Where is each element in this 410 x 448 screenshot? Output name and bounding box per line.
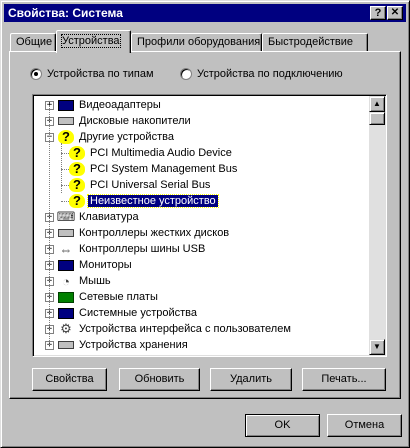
scroll-thumb[interactable]: [369, 112, 385, 125]
tab-hardware-profiles[interactable]: Профили оборудования: [131, 33, 262, 52]
tree-item-label: Видеоадаптеры: [79, 99, 161, 111]
ok-button[interactable]: OK: [245, 414, 320, 437]
tree-item[interactable]: + ⌨ Клавиатура: [45, 209, 141, 225]
radio-by-connection-label: Устройства по подключению: [197, 68, 343, 80]
tab-devices[interactable]: Устройства: [56, 30, 131, 53]
tree-item[interactable]: ? PCI Universal Serial Bus: [69, 177, 212, 193]
radio-by-type[interactable]: Устройства по типам: [30, 68, 154, 80]
refresh-button[interactable]: Обновить: [119, 368, 200, 391]
tree-item-label: Другие устройства: [79, 131, 174, 143]
tree-item-label: Устройства интерфейса с пользователем: [79, 323, 291, 335]
tree-item[interactable]: ? PCI Multimedia Audio Device: [69, 145, 234, 161]
mouse-icon: ◔: [62, 273, 70, 289]
tree-item-label: PCI System Management Bus: [90, 163, 238, 175]
radio-by-type-label: Устройства по типам: [47, 68, 154, 80]
display-adapter-icon: [58, 99, 74, 111]
tree-item[interactable]: + Видеоадаптеры: [45, 97, 163, 113]
radio-by-connection[interactable]: Устройства по подключению: [180, 68, 343, 80]
scroll-up-button[interactable]: ▲: [369, 96, 385, 112]
tree-item[interactable]: + Контроллеры жестких дисков: [45, 225, 231, 241]
tree-item-label: Контроллеры шины USB: [79, 243, 206, 255]
tree-item-label: Системные устройства: [79, 307, 198, 319]
tree-item-label: Дисковые накопители: [79, 115, 191, 127]
help-button[interactable]: ?: [370, 6, 386, 20]
tree-item[interactable]: + ◔ Мышь: [45, 273, 113, 289]
tree-connector-line: [61, 201, 69, 202]
scroll-down-button[interactable]: ▼: [369, 339, 385, 355]
tree-connector-line: [61, 185, 69, 186]
unknown-device-icon: ?: [69, 146, 85, 160]
monitor-icon: [58, 259, 74, 271]
tree-connector-line: [61, 153, 69, 154]
device-tree[interactable]: + Видеоадаптеры + Дисковые накопители −? Друг…: [32, 94, 387, 357]
tree-item-label: Сетевые платы: [79, 291, 158, 303]
tree-item[interactable]: ? Неизвестное устройство: [69, 193, 219, 209]
disk-drive-icon: [58, 117, 74, 125]
tree-item[interactable]: −? Другие устройства: [45, 129, 176, 145]
window-title: Свойства: Система: [8, 6, 123, 20]
tree-item-label: Контроллеры жестких дисков: [79, 227, 230, 239]
tab-general[interactable]: Общие: [10, 33, 56, 52]
unknown-device-icon: ?: [69, 162, 85, 176]
tree-item-label: Мониторы: [79, 259, 132, 271]
tab-performance[interactable]: Быстродействие: [262, 33, 368, 52]
unknown-device-icon: ?: [69, 194, 85, 208]
hid-icon: ⚙: [60, 321, 72, 336]
tree-item[interactable]: + Системные устройства: [45, 305, 199, 321]
title-bar: Свойства: Система ? ✕: [4, 4, 406, 22]
tree-item-label: Мышь: [79, 275, 111, 287]
tree-item[interactable]: + Мониторы: [45, 257, 134, 273]
tree-item-label: PCI Universal Serial Bus: [90, 179, 211, 191]
tree-connector-line: [61, 169, 69, 170]
tree-item[interactable]: + Дисковые накопители: [45, 113, 193, 129]
properties-button[interactable]: Свойства: [32, 368, 107, 391]
close-button[interactable]: ✕: [387, 6, 403, 20]
tree-item[interactable]: + Сетевые платы: [45, 289, 160, 305]
tree-item[interactable]: + ⚙ Устройства интерфейса с пользователем: [45, 321, 293, 337]
tree-scrollbar[interactable]: ▲ ▼: [369, 96, 385, 355]
tree-item-label: Устройства хранения: [79, 339, 188, 351]
tree-item[interactable]: + ⇔ Контроллеры шины USB: [45, 241, 207, 257]
radio-by-type-dot: [30, 68, 42, 80]
tree-item[interactable]: + Устройства хранения: [45, 337, 190, 353]
hdd-controller-icon: [58, 229, 74, 237]
remove-button[interactable]: Удалить: [210, 368, 292, 391]
system-properties-window: Свойства: Система ? ✕ Общие Устройства П…: [0, 0, 410, 448]
unknown-device-icon: ?: [58, 130, 74, 144]
tree-item[interactable]: ? PCI System Management Bus: [69, 161, 239, 177]
tree-item-label: Клавиатура: [79, 211, 139, 223]
cancel-button[interactable]: Отмена: [327, 414, 402, 437]
unknown-device-icon: ?: [69, 178, 85, 192]
tree-item-label: PCI Multimedia Audio Device: [90, 147, 232, 159]
radio-by-connection-dot: [180, 68, 192, 80]
tree-item-label: Неизвестное устройство: [87, 194, 219, 208]
tree-connector-line: [49, 105, 50, 345]
tab-devices-label: Устройства: [61, 34, 121, 48]
usb-icon: ⇔: [59, 241, 73, 257]
devices-panel: Устройства по типам Устройства по подклю…: [9, 51, 401, 399]
storage-icon: [58, 341, 74, 349]
system-devices-icon: [58, 307, 74, 319]
keyboard-icon: ⌨: [56, 209, 76, 224]
print-button[interactable]: Печать...: [302, 368, 386, 391]
network-card-icon: [58, 291, 74, 303]
